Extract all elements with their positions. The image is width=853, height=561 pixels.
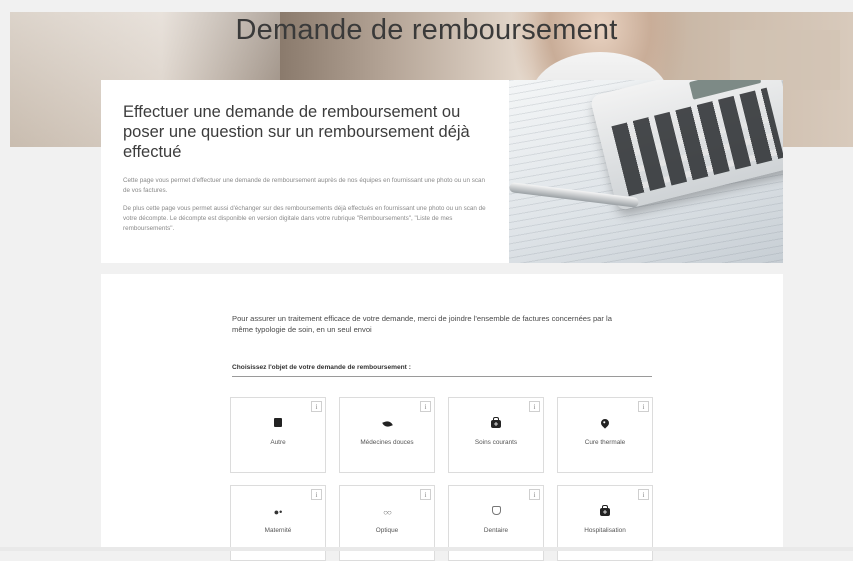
family-icon: ●• bbox=[273, 507, 283, 517]
info-icon[interactable]: i bbox=[420, 401, 431, 412]
tile-label: Dentaire bbox=[483, 527, 509, 534]
tile-label: Hospitalisation bbox=[584, 527, 626, 534]
page-title: Demande de remboursement bbox=[235, 14, 618, 46]
intro-heading: Effectuer une demande de remboursement o… bbox=[123, 103, 470, 161]
glasses-icon: ○○ bbox=[383, 508, 392, 517]
medical-bag-icon bbox=[558, 505, 652, 519]
calculator-image bbox=[509, 80, 783, 263]
tile-label: Maternité bbox=[264, 527, 292, 534]
tile-label: Cure thermale bbox=[584, 439, 626, 446]
intro-paragraph-1: Cette page vous permet d'effectuer une d… bbox=[123, 177, 486, 194]
choose-label: Choisissez l'objet de votre demande de r… bbox=[232, 364, 411, 371]
tile-cure-thermale[interactable]: i Cure thermale bbox=[557, 397, 653, 473]
map-pin-icon bbox=[558, 417, 652, 430]
tile-label: Autre bbox=[270, 439, 286, 446]
info-icon[interactable]: i bbox=[529, 489, 540, 500]
tile-label: Soins courants bbox=[474, 439, 518, 446]
divider bbox=[232, 376, 652, 377]
tile-autre[interactable]: i Autre bbox=[230, 397, 326, 473]
info-icon[interactable]: i bbox=[420, 489, 431, 500]
page-bottom-strip bbox=[0, 547, 853, 551]
info-icon[interactable]: i bbox=[311, 401, 322, 412]
instructions-text: Pour assurer un traitement efficace de v… bbox=[232, 314, 612, 334]
intro-text: Effectuer une demande de remboursement o… bbox=[101, 80, 509, 263]
document-icon bbox=[231, 418, 325, 430]
intro-paragraph-2: De plus cette page vous permet aussi d'é… bbox=[123, 205, 486, 232]
tile-medecines-douces[interactable]: i Médecines douces bbox=[339, 397, 435, 473]
tile-soins-courants[interactable]: i Soins courants bbox=[448, 397, 544, 473]
tile-label: Optique bbox=[375, 527, 399, 534]
tooth-icon bbox=[449, 506, 543, 518]
info-icon[interactable]: i bbox=[638, 489, 649, 500]
tile-label: Médecines douces bbox=[360, 439, 414, 446]
info-icon[interactable]: i bbox=[529, 401, 540, 412]
intro-card: Effectuer une demande de remboursement o… bbox=[101, 80, 783, 263]
info-icon[interactable]: i bbox=[311, 489, 322, 500]
medical-bag-icon bbox=[449, 417, 543, 431]
leaf-icon bbox=[340, 418, 434, 430]
info-icon[interactable]: i bbox=[638, 401, 649, 412]
